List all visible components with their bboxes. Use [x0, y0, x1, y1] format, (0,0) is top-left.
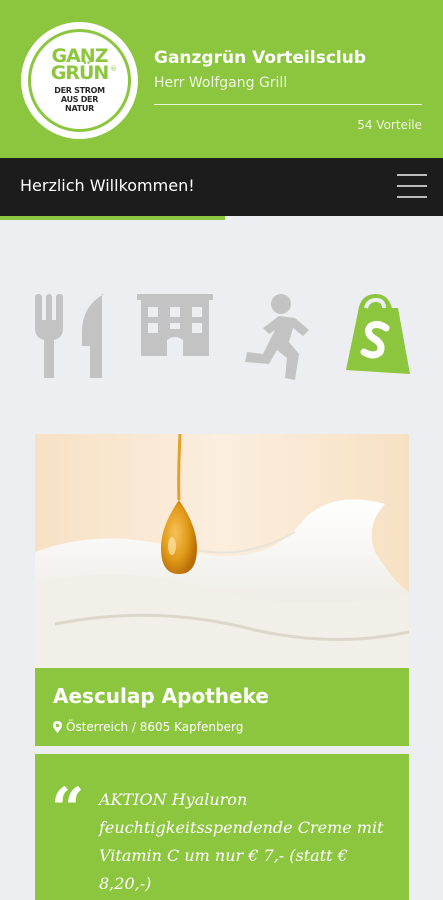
app-header: GANZ GRÜN ® DER STROM AUS DER NATUR Ganz… [0, 0, 443, 158]
offer-image[interactable] [35, 434, 409, 668]
cream-drop-image [35, 434, 409, 668]
offer-card: Aesculap Apotheke Österreich / 8605 Kapf… [35, 434, 409, 900]
logo-tagline-1: DER STROM [54, 86, 105, 95]
map-pin-icon [53, 721, 62, 733]
category-sport[interactable] [237, 290, 317, 382]
offer-card-body: “ AKTION Hyaluron feuchtigkeitsspendende… [35, 754, 409, 900]
shop-location: Österreich / 8605 Kapfenberg [53, 720, 243, 734]
benefits-count[interactable]: 54 Vorteile [357, 118, 422, 132]
logo-ring: GANZ GRÜN ® DER STROM AUS DER NATUR [28, 29, 131, 132]
quote-icon: “ [51, 775, 85, 843]
offer-text: AKTION Hyaluron feuchtigkeitsspendende C… [99, 790, 384, 893]
shop-location-text: Österreich / 8605 Kapfenberg [66, 720, 244, 734]
member-name: Herr Wolfgang Grill [154, 75, 288, 91]
category-gastronomy[interactable] [32, 290, 112, 382]
category-shopping[interactable] [338, 290, 418, 382]
logo-registered: ® [110, 65, 117, 73]
fork-knife-icon [35, 294, 104, 378]
category-hotel[interactable] [135, 290, 215, 382]
offer-card-header: Aesculap Apotheke Österreich / 8605 Kapf… [35, 668, 409, 746]
header-divider [154, 104, 422, 105]
logo-tagline-2: AUS DER [60, 95, 99, 104]
shopping-bag-icon [346, 294, 410, 374]
club-title: Ganzgrün Vorteilsclub [154, 48, 366, 68]
shop-name[interactable]: Aesculap Apotheke [53, 684, 269, 708]
welcome-text: Herzlich Willkommen! [20, 176, 195, 195]
hotel-icon [137, 294, 213, 356]
navbar-accent-bar [0, 216, 225, 220]
ganzgruen-logo[interactable]: GANZ GRÜN ® DER STROM AUS DER NATUR [21, 22, 138, 139]
hamburger-icon[interactable] [397, 174, 427, 198]
running-person-icon [245, 294, 309, 380]
navbar: Herzlich Willkommen! [0, 158, 443, 216]
logo-tagline-3: NATUR [65, 104, 94, 113]
